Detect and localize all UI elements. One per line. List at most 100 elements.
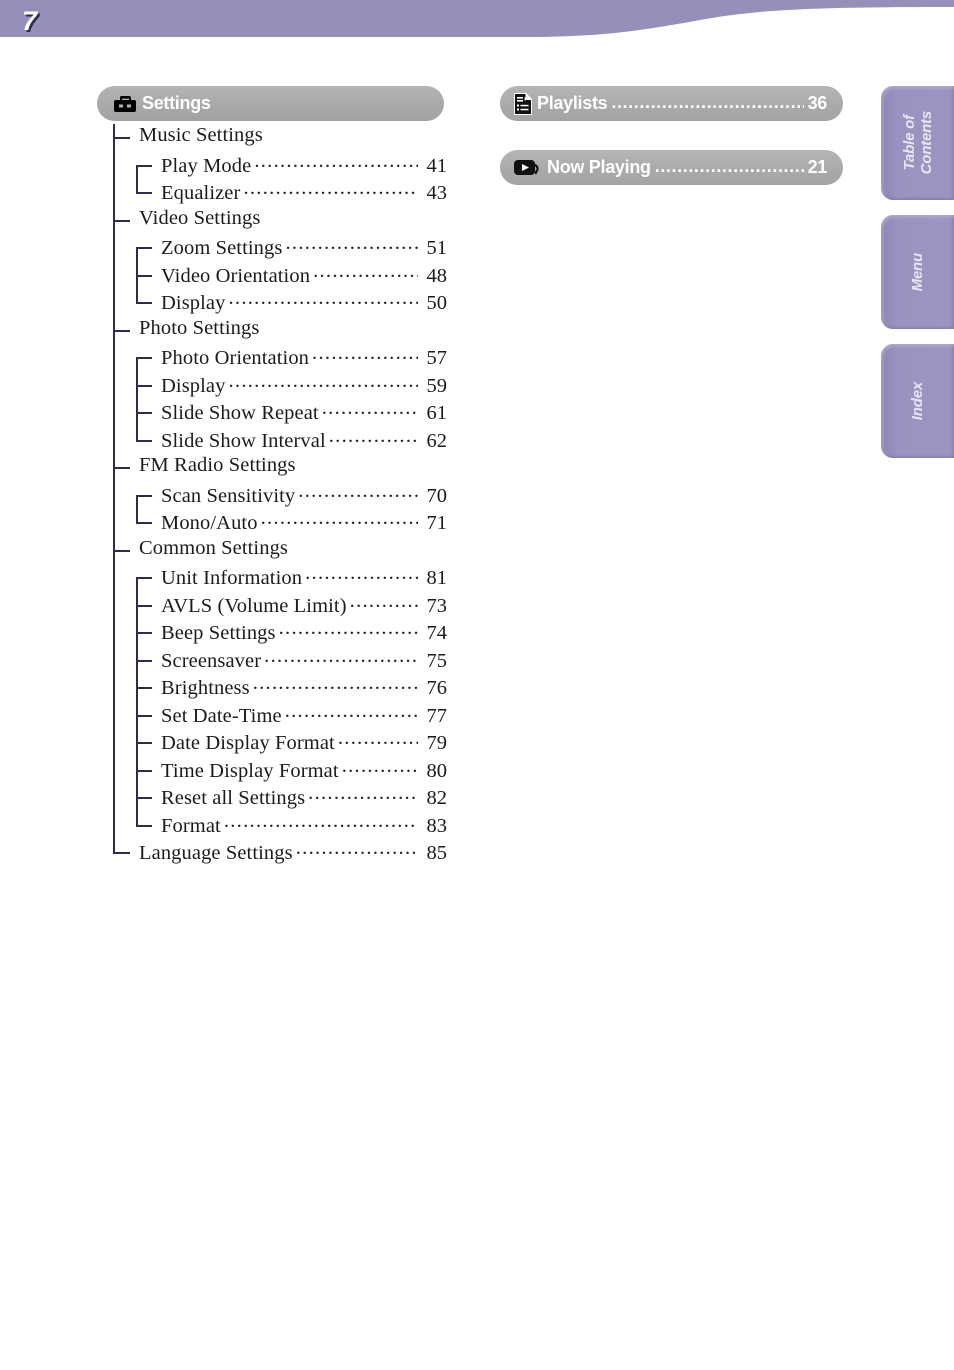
dot-leader: [312, 344, 418, 364]
toc-entry-page: 62: [426, 429, 448, 452]
toc-entry-label: Display: [161, 292, 226, 314]
tree-branch-icon: [136, 494, 152, 497]
toc-entry[interactable]: Language Settings 85: [97, 839, 447, 867]
toc-entry-label: Common Settings: [139, 536, 289, 559]
tree-subspine: [136, 247, 138, 302]
settings-section-header[interactable]: Settings: [97, 86, 444, 121]
tree-branch-icon: [113, 219, 130, 222]
page-number: 7: [22, 6, 37, 36]
toc-entry-page: 79: [426, 732, 448, 754]
toc-entry[interactable]: Beep Settings 74: [97, 619, 447, 647]
tree-branch-icon: [113, 852, 130, 854]
toc-entry-label: Beep Settings: [161, 622, 276, 644]
toc-entry[interactable]: AVLS (Volume Limit) 73: [97, 592, 447, 620]
tree-branch-icon: [136, 412, 152, 414]
dot-leader: [329, 427, 418, 447]
tree-branch-icon: [136, 384, 152, 387]
toc-entry[interactable]: Video Settings: [97, 207, 447, 235]
dot-leader: [313, 262, 418, 282]
toc-entry[interactable]: Unit Information 81: [97, 564, 447, 592]
nav-pill-now-playing[interactable]: Now Playing 21: [500, 150, 843, 185]
toc-entry[interactable]: Equalizer 43: [97, 179, 447, 207]
toc-entry-label: Display: [161, 374, 226, 397]
tree-branch-icon: [113, 549, 130, 552]
toc-entry[interactable]: Play Mode 41: [97, 152, 447, 180]
dot-leader: [285, 702, 418, 722]
toc-entry-label: Video Orientation: [161, 264, 311, 287]
toc-entry-label: Time Display Format: [161, 759, 339, 782]
tree-branch-icon: [136, 659, 152, 662]
dot-leader: [350, 592, 418, 612]
header-band: 7: [0, 0, 954, 46]
toc-entry-label: Format: [161, 814, 221, 837]
dot-leader: [308, 784, 418, 804]
toc-entry-page: 71: [426, 512, 448, 534]
toc-entry[interactable]: Set Date-Time 77: [97, 702, 447, 730]
toc-entry-page: 57: [426, 347, 448, 369]
toc-entry[interactable]: Format 83: [97, 812, 447, 840]
page-root: 7 Settings Music SettingsPlay Mode 41Equa…: [0, 0, 954, 1370]
tree-branch-icon: [136, 632, 152, 634]
toc-entry[interactable]: Scan Sensitivity 70: [97, 482, 447, 510]
dot-leader: [305, 564, 418, 584]
dot-leader: [224, 812, 418, 832]
toc-entry[interactable]: Date Display Format 79: [97, 729, 447, 757]
tree-branch-icon: [136, 797, 152, 799]
side-tab-table-of-contents[interactable]: Table of Contents: [881, 86, 954, 200]
toc-entry-page: 41: [426, 154, 448, 177]
toc-entry[interactable]: Brightness 76: [97, 674, 447, 702]
toc-entry[interactable]: Photo Settings: [97, 317, 447, 345]
toc-entry[interactable]: Slide Show Interval 62: [97, 427, 447, 455]
side-tab-index[interactable]: Index: [881, 344, 954, 458]
toc-entry[interactable]: Mono/Auto 71: [97, 509, 447, 537]
nav-pill-playlists[interactable]: Playlists 36: [500, 86, 843, 121]
toc-entry[interactable]: Common Settings: [97, 537, 447, 565]
toolbox-icon: [113, 94, 137, 114]
toc-entry[interactable]: Reset all Settings 82: [97, 784, 447, 812]
dot-leader: [296, 839, 418, 859]
toc-entry-label: FM Radio Settings: [139, 454, 296, 476]
tree-branch-icon: [136, 192, 152, 194]
toc-entry[interactable]: Screensaver 75: [97, 647, 447, 675]
side-tab-menu[interactable]: Menu: [881, 215, 954, 329]
playlist-document-icon: [513, 92, 533, 116]
side-tab-label: Table of Contents: [900, 111, 935, 175]
tree-branch-icon: [136, 164, 152, 167]
dot-leader: [243, 179, 418, 199]
tree-branch-icon: [136, 439, 152, 442]
tree-branch-icon: [136, 824, 152, 827]
tree-branch-icon: [136, 742, 152, 744]
tree-branch-icon: [136, 302, 152, 304]
toc-entry-page: 85: [426, 842, 448, 864]
settings-section-title: Settings: [142, 93, 211, 113]
toc-entry[interactable]: Photo Orientation 57: [97, 344, 447, 372]
toc-entry[interactable]: Zoom Settings 51: [97, 234, 447, 262]
toc-entry-page: 77: [426, 704, 448, 727]
toc-entry-page: 50: [426, 292, 448, 314]
tree-branch-icon: [136, 247, 152, 249]
dot-leader: [285, 234, 418, 254]
side-tab-strip: Table of Contents Menu Index: [881, 86, 954, 458]
toc-entry-label: Set Date-Time: [161, 704, 282, 727]
toc-entry[interactable]: Display 59: [97, 372, 447, 400]
tree-branch-icon: [136, 577, 152, 579]
toc-entry-page: 80: [426, 759, 448, 782]
toc-entry[interactable]: FM Radio Settings: [97, 454, 447, 482]
toc-entry[interactable]: Music Settings: [97, 124, 447, 152]
dot-leader: [611, 94, 803, 114]
toc-entry-label: Photo Orientation: [161, 347, 310, 369]
toc-entry[interactable]: Slide Show Repeat 61: [97, 399, 447, 427]
toc-entry[interactable]: Video Orientation 48: [97, 262, 447, 290]
dot-leader: [338, 729, 418, 749]
toc-entry-page: 74: [426, 622, 448, 644]
dot-leader: [228, 289, 418, 309]
toc-entry[interactable]: Time Display Format 80: [97, 757, 447, 785]
tree-branch-icon: [113, 329, 130, 332]
toc-entry-page: 82: [426, 787, 448, 809]
now-playing-icon: [513, 156, 543, 180]
dot-leader: [254, 152, 418, 172]
toc-entry-label: Play Mode: [161, 154, 252, 177]
toc-entry[interactable]: Display 50: [97, 289, 447, 317]
toc-entry-label: Unit Information: [161, 567, 303, 589]
tree-branch-icon: [136, 769, 152, 772]
